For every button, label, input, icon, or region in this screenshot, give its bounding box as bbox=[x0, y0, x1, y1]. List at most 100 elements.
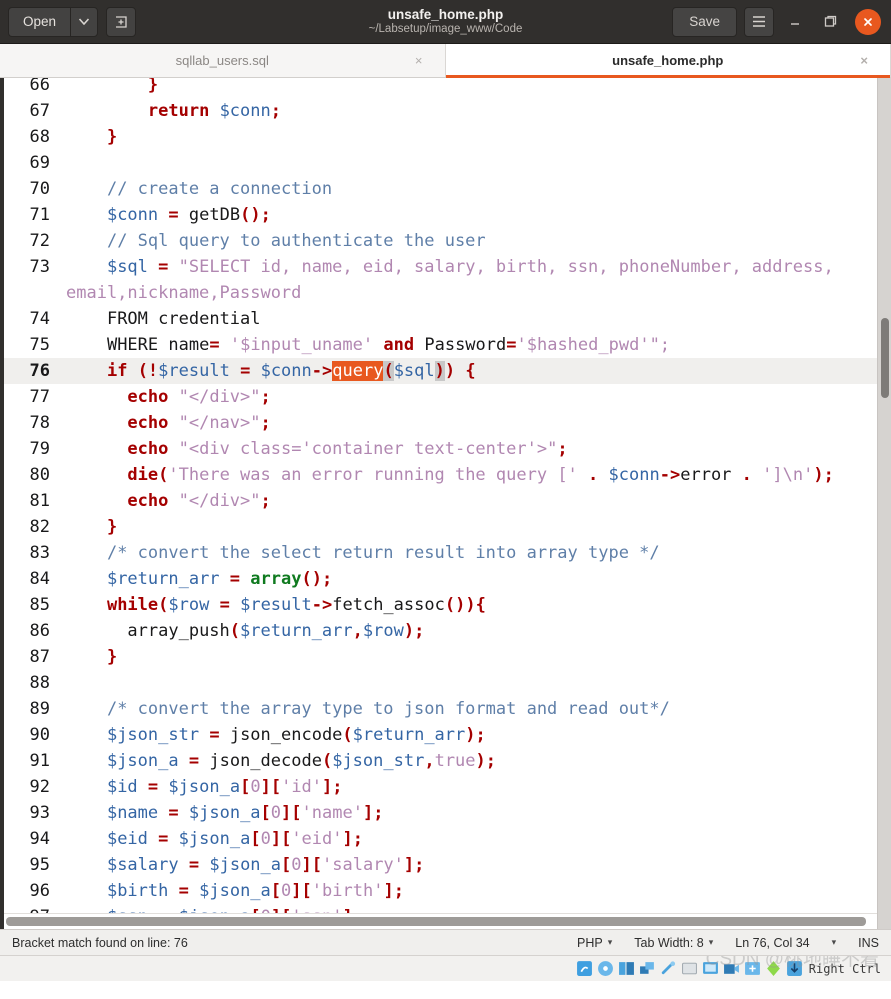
hard-disk-icon[interactable] bbox=[576, 960, 593, 977]
code-row[interactable]: 94 $eid = $json_a[0]['eid']; bbox=[4, 826, 891, 852]
line-number: 88 bbox=[29, 673, 50, 693]
code-row[interactable]: 91 $json_a = json_decode($json_str,true)… bbox=[4, 748, 891, 774]
code-text[interactable]: $name = $json_a[0]['name']; bbox=[60, 800, 891, 826]
code-text[interactable]: echo "</div>"; bbox=[60, 488, 891, 514]
code-text[interactable]: $salary = $json_a[0]['salary']; bbox=[60, 852, 891, 878]
horizontal-scrollbar[interactable] bbox=[4, 913, 877, 929]
code-row[interactable]: 78 echo "</nav>"; bbox=[4, 410, 891, 436]
code-text[interactable]: return $conn; bbox=[60, 98, 891, 124]
mouse-integration-icon[interactable] bbox=[765, 960, 782, 977]
code-row[interactable]: 71 $conn = getDB(); bbox=[4, 202, 891, 228]
code-row[interactable]: 68 } bbox=[4, 124, 891, 150]
chevron-down-icon: ▾ bbox=[831, 937, 837, 947]
minimize-button[interactable] bbox=[781, 8, 809, 36]
code-row[interactable]: 83 /* convert the select return result i… bbox=[4, 540, 891, 566]
code-row[interactable]: 87 } bbox=[4, 644, 891, 670]
usb-icon[interactable] bbox=[660, 960, 677, 977]
code-row[interactable]: 66 } bbox=[4, 78, 891, 98]
status-extra-dropdown[interactable]: ▾ bbox=[832, 937, 837, 948]
code-text[interactable]: } bbox=[60, 514, 891, 540]
code-row[interactable]: 96 $birth = $json_a[0]['birth']; bbox=[4, 878, 891, 904]
code-text[interactable]: $conn = getDB(); bbox=[60, 202, 891, 228]
code-row[interactable]: 88 bbox=[4, 670, 891, 696]
code-row[interactable]: 95 $salary = $json_a[0]['salary']; bbox=[4, 852, 891, 878]
code-text[interactable]: WHERE name= '$input_uname' and Password=… bbox=[60, 332, 891, 358]
vertical-scrollbar-thumb[interactable] bbox=[881, 318, 889, 398]
code-text[interactable]: die('There was an error running the quer… bbox=[60, 462, 891, 488]
code-row[interactable]: 85 while($row = $result->fetch_assoc()){ bbox=[4, 592, 891, 618]
code-text[interactable]: FROM credential bbox=[60, 306, 891, 332]
code-text[interactable]: /* convert the select return result into… bbox=[60, 540, 891, 566]
code-text[interactable] bbox=[60, 670, 891, 696]
code-text[interactable]: while($row = $result->fetch_assoc()){ bbox=[60, 592, 891, 618]
code-row[interactable]: 75 WHERE name= '$input_uname' and Passwo… bbox=[4, 332, 891, 358]
vertical-scrollbar[interactable] bbox=[877, 78, 891, 929]
code-row[interactable]: 90 $json_str = json_encode($return_arr); bbox=[4, 722, 891, 748]
code-row[interactable]: 86 array_push($return_arr,$row); bbox=[4, 618, 891, 644]
code-text[interactable]: $json_a = json_decode($json_str,true); bbox=[60, 748, 891, 774]
language-label: PHP bbox=[577, 935, 603, 950]
hamburger-menu-button[interactable] bbox=[744, 6, 774, 37]
video-capture-icon[interactable] bbox=[723, 960, 740, 977]
new-tab-button[interactable] bbox=[106, 6, 137, 37]
remote-desktop-icon[interactable] bbox=[744, 960, 761, 977]
code-row[interactable]: 77 echo "</div>"; bbox=[4, 384, 891, 410]
code-text[interactable]: // Sql query to authenticate the user bbox=[60, 228, 891, 254]
shared-folder-icon[interactable] bbox=[681, 960, 698, 977]
close-icon bbox=[864, 17, 872, 26]
code-text[interactable]: $return_arr = array(); bbox=[60, 566, 891, 592]
code-row[interactable]: 92 $id = $json_a[0]['id']; bbox=[4, 774, 891, 800]
keyboard-icon[interactable] bbox=[786, 960, 803, 977]
code-text[interactable]: if (!$result = $conn->query($sql)) { bbox=[60, 358, 891, 384]
line-number: 68 bbox=[29, 127, 50, 147]
network-icon[interactable] bbox=[639, 960, 656, 977]
code-text[interactable]: echo "</div>"; bbox=[60, 384, 891, 410]
floppy-disk-icon[interactable] bbox=[618, 960, 635, 977]
code-text[interactable]: } bbox=[60, 644, 891, 670]
code-row[interactable]: 84 $return_arr = array(); bbox=[4, 566, 891, 592]
horizontal-scrollbar-thumb[interactable] bbox=[6, 917, 867, 926]
tab-close-icon[interactable]: × bbox=[860, 53, 868, 68]
code-text[interactable]: $birth = $json_a[0]['birth']; bbox=[60, 878, 891, 904]
optical-disk-icon[interactable] bbox=[597, 960, 614, 977]
code-row[interactable]: 70 // create a connection bbox=[4, 176, 891, 202]
code-row[interactable]: 79 echo "<div class='container text-cent… bbox=[4, 436, 891, 462]
save-button[interactable]: Save bbox=[672, 6, 737, 37]
code-row[interactable]: 67 return $conn; bbox=[4, 98, 891, 124]
code-row[interactable]: 82 } bbox=[4, 514, 891, 540]
tab-sqllab-users-sql[interactable]: sqllab_users.sql × bbox=[0, 44, 446, 77]
code-row[interactable]: 74 FROM credential bbox=[4, 306, 891, 332]
open-button[interactable]: Open bbox=[8, 6, 71, 37]
code-text[interactable]: $eid = $json_a[0]['eid']; bbox=[60, 826, 891, 852]
code-row[interactable]: 80 die('There was an error running the q… bbox=[4, 462, 891, 488]
tab-close-icon[interactable]: × bbox=[415, 53, 423, 68]
code-view[interactable]: 66 } 67 return $conn; 68 } 69 70 // create a… bbox=[4, 78, 891, 929]
close-button[interactable] bbox=[855, 8, 881, 35]
maximize-button[interactable] bbox=[816, 8, 844, 36]
code-text[interactable]: } bbox=[60, 78, 891, 98]
code-text[interactable]: echo "<div class='container text-center'… bbox=[60, 436, 891, 462]
code-text[interactable]: $sql = "SELECT id, name, eid, salary, bi… bbox=[60, 254, 891, 306]
code-text[interactable]: $id = $json_a[0]['id']; bbox=[60, 774, 891, 800]
open-dropdown-button[interactable] bbox=[70, 6, 99, 37]
chevron-down-icon bbox=[79, 18, 90, 25]
line-number: 71 bbox=[29, 205, 50, 225]
tab-unsafe-home-php[interactable]: unsafe_home.php × bbox=[445, 44, 891, 78]
code-row[interactable]: 89 /* convert the array type to json for… bbox=[4, 696, 891, 722]
code-row[interactable]: 76 if (!$result = $conn->query($sql)) { bbox=[4, 358, 891, 384]
display-icon[interactable] bbox=[702, 960, 719, 977]
tab-width-selector[interactable]: Tab Width: 8 ▾ bbox=[634, 936, 713, 950]
code-row[interactable]: 73 $sql = "SELECT id, name, eid, salary,… bbox=[4, 254, 891, 306]
code-row[interactable]: 93 $name = $json_a[0]['name']; bbox=[4, 800, 891, 826]
code-text[interactable]: } bbox=[60, 124, 891, 150]
code-row[interactable]: 72 // Sql query to authenticate the user bbox=[4, 228, 891, 254]
code-text[interactable]: array_push($return_arr,$row); bbox=[60, 618, 891, 644]
code-text[interactable] bbox=[60, 150, 891, 176]
code-text[interactable]: echo "</nav>"; bbox=[60, 410, 891, 436]
code-text[interactable]: $json_str = json_encode($return_arr); bbox=[60, 722, 891, 748]
code-row[interactable]: 81 echo "</div>"; bbox=[4, 488, 891, 514]
code-text[interactable]: // create a connection bbox=[60, 176, 891, 202]
code-row[interactable]: 69 bbox=[4, 150, 891, 176]
language-selector[interactable]: PHP ▾ bbox=[577, 936, 612, 950]
code-text[interactable]: /* convert the array type to json format… bbox=[60, 696, 891, 722]
